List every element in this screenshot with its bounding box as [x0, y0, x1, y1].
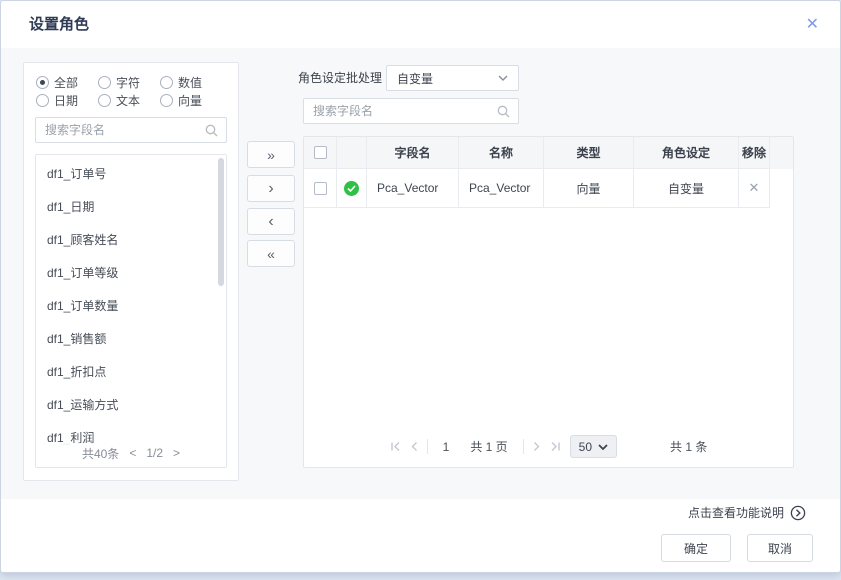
radio-icon — [160, 76, 173, 89]
cancel-button[interactable]: 取消 — [747, 534, 813, 562]
move-all-right-button[interactable]: » — [247, 141, 295, 168]
list-next-page-icon[interactable]: > — [173, 446, 180, 460]
radio-icon — [98, 94, 111, 107]
search-icon — [497, 105, 510, 118]
cell-field: Pca_Vector — [367, 169, 459, 208]
next-page-icon[interactable] — [533, 441, 541, 452]
radio-icon — [36, 94, 49, 107]
cell-type: 向量 — [544, 169, 634, 208]
check-circle-icon — [344, 181, 359, 196]
row-checkbox[interactable] — [314, 182, 327, 195]
prev-page-icon[interactable] — [410, 441, 418, 452]
list-item[interactable]: df1_订单等级 — [36, 257, 226, 290]
dialog-title: 设置角色 — [29, 1, 89, 48]
radio-char[interactable]: 字符 — [98, 74, 160, 91]
total-items: 共 1 条 — [670, 438, 707, 455]
type-filter-group: 全部 字符 数值 日期 文本 向量 — [24, 63, 238, 108]
radio-text[interactable]: 文本 — [98, 92, 160, 109]
list-item[interactable]: df1_运输方式 — [36, 389, 226, 422]
list-item[interactable]: df1_销售额 — [36, 323, 226, 356]
list-total-count: 共40条 — [82, 445, 119, 462]
field-search-input[interactable] — [36, 118, 226, 142]
status-column-header — [337, 137, 367, 169]
radio-label: 数值 — [178, 74, 202, 91]
list-item[interactable]: df1_日期 — [36, 191, 226, 224]
field-list-pager: 共40条 < 1/2 > — [36, 443, 226, 463]
list-prev-page-icon[interactable]: < — [129, 446, 136, 460]
radio-icon — [36, 76, 49, 89]
last-page-icon[interactable] — [550, 441, 561, 452]
search-icon — [205, 124, 218, 137]
page-size-value: 50 — [579, 440, 592, 454]
radio-label: 向量 — [178, 92, 202, 109]
table-header-row: 字段名 名称 类型 角色设定 移除 — [304, 137, 793, 169]
chevron-down-icon — [498, 75, 508, 81]
first-page-icon[interactable] — [390, 441, 401, 452]
list-item[interactable]: df1_订单数量 — [36, 290, 226, 323]
move-right-button[interactable]: › — [247, 175, 295, 202]
close-icon[interactable]: ✕ — [806, 1, 819, 48]
cell-name: Pca_Vector — [459, 169, 544, 208]
arrow-circle-icon — [790, 505, 806, 521]
dialog-body: 全部 字符 数值 日期 文本 向量 df1_订单号 df1_日期 df1 — [1, 48, 840, 499]
field-source-panel: 全部 字符 数值 日期 文本 向量 df1_订单号 df1_日期 df1 — [23, 62, 239, 481]
table-search-input[interactable] — [304, 99, 518, 123]
header-type: 类型 — [544, 137, 634, 169]
remove-row-icon[interactable]: ✕ — [749, 180, 760, 196]
header-role: 角色设定 — [634, 137, 739, 169]
field-list: df1_订单号 df1_日期 df1_顾客姓名 df1_订单等级 df1_订单数… — [35, 154, 227, 468]
confirm-button[interactable]: 确定 — [661, 534, 731, 562]
dialog-header: 设置角色 ✕ — [1, 1, 840, 48]
radio-icon — [98, 76, 111, 89]
radio-icon — [160, 94, 173, 107]
header-name: 名称 — [459, 137, 544, 169]
list-item[interactable]: df1_顾客姓名 — [36, 224, 226, 257]
header-remove: 移除 — [739, 137, 770, 169]
table-search — [303, 98, 519, 124]
chevron-down-icon — [598, 444, 608, 450]
radio-all[interactable]: 全部 — [36, 74, 98, 91]
move-left-button[interactable]: ‹ — [247, 208, 295, 235]
set-role-dialog: 设置角色 ✕ 全部 字符 数值 日期 文本 向量 — [0, 0, 841, 573]
radio-numeric[interactable]: 数值 — [160, 74, 222, 91]
radio-date[interactable]: 日期 — [36, 92, 98, 109]
field-search — [35, 117, 227, 143]
batch-role-label: 角色设定批处理 — [298, 65, 382, 91]
radio-label: 日期 — [54, 92, 78, 109]
table-pager: 1 共 1 页 50 共 1 条 — [304, 435, 793, 458]
total-pages: 共 1 页 — [470, 438, 507, 455]
batch-role-select[interactable]: 自变量 — [386, 65, 519, 91]
help-link[interactable]: 点击查看功能说明 — [688, 504, 806, 521]
list-item[interactable]: df1_折扣点 — [36, 356, 226, 389]
current-page: 1 — [443, 440, 450, 454]
selected-fields-table: 字段名 名称 类型 角色设定 移除 Pca_Vector Pca_Vector … — [303, 136, 794, 468]
radio-label: 全部 — [54, 74, 78, 91]
radio-label: 字符 — [116, 74, 140, 91]
radio-vector[interactable]: 向量 — [160, 92, 222, 109]
batch-role-value: 自变量 — [397, 70, 433, 87]
cell-role: 自变量 — [634, 169, 739, 208]
list-page-indicator: 1/2 — [146, 446, 163, 460]
select-all-checkbox[interactable] — [314, 146, 327, 159]
list-scrollbar[interactable] — [218, 158, 224, 286]
dialog-footer: 点击查看功能说明 确定 取消 — [1, 499, 840, 572]
table-row: Pca_Vector Pca_Vector 向量 自变量 ✕ — [304, 169, 793, 208]
list-item[interactable]: df1_订单号 — [36, 158, 226, 191]
page-size-select[interactable]: 50 — [570, 435, 617, 458]
header-field: 字段名 — [367, 137, 459, 169]
move-all-left-button[interactable]: « — [247, 240, 295, 267]
radio-label: 文本 — [116, 92, 140, 109]
help-link-label: 点击查看功能说明 — [688, 504, 784, 521]
